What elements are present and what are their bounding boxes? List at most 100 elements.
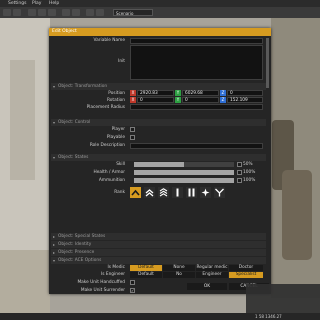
- handcuffed-label: Make Unit Handcuffed: [77, 280, 125, 285]
- skill-slider-fill: [134, 162, 184, 167]
- toolbar-button-6[interactable]: [62, 9, 70, 16]
- rank-major-icon[interactable]: [200, 187, 211, 198]
- status-bar: 1 58 1346.27: [0, 313, 320, 320]
- variable-name-input[interactable]: [130, 38, 263, 44]
- rank-corporal-icon[interactable]: [144, 187, 155, 198]
- section-special-states[interactable]: ▸ Object: Special States: [51, 233, 266, 240]
- collapse-arrow-icon: ▾: [53, 258, 56, 263]
- ammunition-value: 100%: [243, 178, 256, 183]
- skill-slider-track[interactable]: [134, 162, 234, 167]
- toolbar-button-8[interactable]: [86, 9, 94, 16]
- section-transformation[interactable]: ▾ Object: Transformation: [51, 83, 266, 90]
- section-label: Object: ACE Options: [58, 258, 102, 263]
- variable-name-label: Variable Name: [93, 38, 125, 43]
- coordinates-readout: 1 58 1346.27: [255, 314, 282, 319]
- y-axis-icon: Y: [175, 97, 181, 103]
- z-axis-icon: Z: [220, 97, 226, 103]
- engineer-option-default[interactable]: Default: [130, 272, 162, 278]
- toolbar: [0, 7, 320, 18]
- medic-option-default[interactable]: Default: [130, 265, 162, 271]
- init-textarea[interactable]: [130, 45, 263, 80]
- health-checkbox[interactable]: [237, 170, 242, 175]
- playable-label: Playable: [106, 135, 125, 140]
- engineer-option-engineer[interactable]: Engineer: [196, 272, 228, 278]
- role-description-input[interactable]: [130, 143, 263, 149]
- rank-colonel-icon[interactable]: [214, 187, 225, 198]
- right-info-panel: [246, 284, 320, 313]
- rotation-z-input[interactable]: 152.109: [227, 97, 263, 103]
- ammunition-slider-fill: [134, 178, 234, 183]
- section-presence[interactable]: ▸ Object: Presence: [51, 249, 266, 256]
- player-checkbox[interactable]: [130, 127, 135, 132]
- placement-radius-input[interactable]: [130, 104, 263, 110]
- menu-play[interactable]: Play: [32, 1, 41, 6]
- rank-selector: [130, 187, 268, 198]
- handcuffed-checkbox[interactable]: [130, 280, 135, 285]
- menu-bar: Settings Play Help: [0, 0, 320, 7]
- toolbar-button-1[interactable]: [3, 9, 11, 16]
- player-label: Player: [111, 127, 125, 132]
- ammunition-label: Ammunition: [98, 178, 125, 183]
- init-label: Init: [118, 59, 125, 64]
- ammunition-checkbox[interactable]: [237, 178, 242, 183]
- expand-arrow-icon: ▸: [53, 242, 56, 247]
- rotation-y-value: 0: [185, 98, 188, 103]
- toolbar-button-7[interactable]: [72, 9, 80, 16]
- rank-lieutenant-icon[interactable]: [172, 187, 183, 198]
- z-axis-icon: Z: [220, 90, 226, 96]
- skill-label: Skill: [116, 162, 125, 167]
- collapse-arrow-icon: ▾: [53, 120, 56, 125]
- y-axis-icon: Y: [175, 90, 181, 96]
- section-ace-options[interactable]: ▾ Object: ACE Options: [51, 257, 266, 264]
- position-label: Position: [108, 91, 125, 96]
- mode-dropdown[interactable]: Scenario: [113, 9, 153, 16]
- rank-private-icon[interactable]: [130, 187, 141, 198]
- playable-checkbox[interactable]: [130, 135, 135, 140]
- medic-option-doctor[interactable]: Doctor: [229, 265, 263, 271]
- rotation-x-input[interactable]: 0: [137, 97, 174, 103]
- section-control[interactable]: ▾ Object: Control: [51, 119, 266, 126]
- rotation-label: Rotation: [107, 98, 125, 103]
- rank-label: Rank: [114, 190, 125, 195]
- section-label: Object: Transformation: [58, 84, 108, 89]
- placement-radius-label: Placement Radius: [86, 105, 125, 110]
- health-slider-track[interactable]: [134, 170, 234, 175]
- dialog-scrollbar[interactable]: [266, 38, 269, 88]
- rank-captain-icon[interactable]: [186, 187, 197, 198]
- surrender-checkbox[interactable]: ✓: [130, 288, 135, 293]
- bg-shadow: [10, 60, 35, 180]
- position-z-value: 0: [230, 91, 233, 96]
- medic-option-none[interactable]: None: [163, 265, 195, 271]
- section-label: Object: Identity: [58, 242, 92, 247]
- menu-settings[interactable]: Settings: [8, 1, 26, 6]
- toolbar-button-5[interactable]: [48, 9, 56, 16]
- collapse-arrow-icon: ▾: [53, 84, 56, 89]
- toolbar-button-2[interactable]: [13, 9, 21, 16]
- toolbar-button-4[interactable]: [38, 9, 46, 16]
- engineer-option-no[interactable]: No: [163, 272, 195, 278]
- menu-help[interactable]: Help: [49, 1, 59, 6]
- toolbar-button-9[interactable]: [96, 9, 104, 16]
- x-axis-icon: X: [130, 97, 136, 103]
- medic-option-regular[interactable]: Regular medic: [196, 265, 228, 271]
- section-identity[interactable]: ▸ Object: Identity: [51, 241, 266, 248]
- section-label: Object: Special States: [58, 234, 106, 239]
- ok-button[interactable]: OK: [187, 283, 227, 290]
- health-label: Health / Armor: [93, 170, 125, 175]
- toolbar-button-3[interactable]: [28, 9, 36, 16]
- position-y-input[interactable]: 6029.68: [182, 90, 219, 96]
- section-states[interactable]: ▾ Object: States: [51, 154, 266, 161]
- dialog-title[interactable]: Edit Object: [49, 28, 271, 36]
- expand-arrow-icon: ▸: [53, 234, 56, 239]
- edit-object-dialog: Edit Object Variable Name Init ▾ Object:…: [49, 28, 271, 294]
- rank-sergeant-icon[interactable]: [158, 187, 169, 198]
- engineer-option-specialist[interactable]: Specialist: [229, 272, 263, 278]
- section-label: Object: Presence: [58, 250, 95, 255]
- position-x-input[interactable]: 2920.83: [137, 90, 174, 96]
- section-label: Object: Control: [58, 120, 91, 125]
- health-value: 100%: [243, 170, 256, 175]
- rotation-y-input[interactable]: 0: [182, 97, 219, 103]
- ammunition-slider-track[interactable]: [134, 178, 234, 183]
- position-z-input[interactable]: 0: [227, 90, 263, 96]
- skill-checkbox[interactable]: [237, 162, 242, 167]
